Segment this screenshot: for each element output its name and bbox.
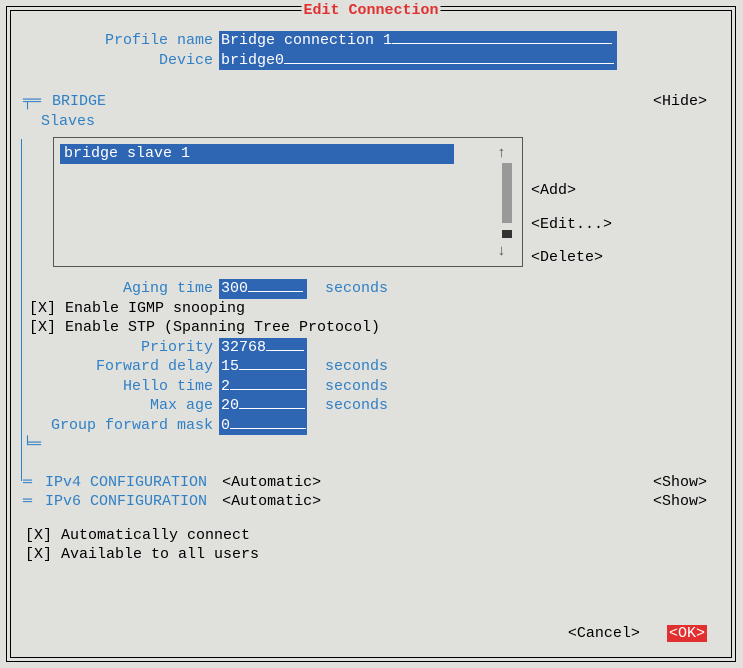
fwd-value: 15 bbox=[221, 358, 239, 375]
priority-label: Priority bbox=[23, 338, 219, 358]
fwd-label: Forward delay bbox=[23, 357, 219, 377]
igmp-checkbox[interactable]: [X] Enable IGMP snooping bbox=[29, 299, 719, 319]
auto-connect-checkbox[interactable]: [X] Automatically connect bbox=[25, 526, 719, 546]
fwd-input[interactable]: 15 bbox=[219, 357, 307, 377]
dash-icon: ╤═ bbox=[23, 93, 41, 110]
maxage-label: Max age bbox=[23, 396, 219, 416]
slave-item[interactable]: bridge slave 1 bbox=[60, 144, 454, 164]
stp-checkbox[interactable]: [X] Enable STP (Spanning Tree Protocol) bbox=[29, 318, 719, 338]
device-label: Device bbox=[23, 51, 219, 71]
priority-value: 32768 bbox=[221, 339, 266, 356]
ok-button[interactable]: <OK> bbox=[667, 625, 707, 642]
ipv6-show-button[interactable]: <Show> bbox=[653, 492, 707, 512]
ipv4-label: IPv4 CONFIGURATION bbox=[45, 474, 207, 491]
add-slave-button[interactable]: <Add> bbox=[531, 181, 612, 201]
slaves-listbox[interactable]: bridge slave 1 ↑ ↓ bbox=[53, 137, 523, 267]
gfm-input[interactable]: 0 bbox=[219, 416, 307, 436]
aging-value: 300 bbox=[221, 280, 248, 297]
ipv4-dash-icon: ═ bbox=[23, 474, 32, 491]
hello-unit: seconds bbox=[325, 378, 388, 395]
maxage-unit: seconds bbox=[325, 397, 388, 414]
hello-input[interactable]: 2 bbox=[219, 377, 307, 397]
delete-slave-button[interactable]: <Delete> bbox=[531, 248, 612, 268]
hello-label: Hello time bbox=[23, 377, 219, 397]
priority-input[interactable]: 32768 bbox=[219, 338, 307, 358]
scrollbar-track[interactable] bbox=[502, 163, 512, 223]
profile-name-label: Profile name bbox=[23, 31, 219, 51]
scroll-up-icon[interactable]: ↑ bbox=[497, 144, 506, 164]
scrollbar-thumb[interactable] bbox=[502, 230, 512, 238]
hello-value: 2 bbox=[221, 378, 230, 395]
slaves-label: Slaves bbox=[41, 113, 95, 130]
cancel-button[interactable]: <Cancel> bbox=[568, 625, 640, 642]
ipv4-show-button[interactable]: <Show> bbox=[653, 473, 707, 493]
ipv6-value[interactable]: <Automatic> bbox=[222, 493, 321, 510]
scroll-down-icon[interactable]: ↓ bbox=[497, 242, 506, 262]
aging-unit: seconds bbox=[325, 280, 388, 297]
profile-name-value: Bridge connection 1 bbox=[221, 32, 392, 49]
fwd-unit: seconds bbox=[325, 358, 388, 375]
profile-name-input[interactable]: Bridge connection 1 bbox=[219, 31, 617, 51]
aging-label: Aging time bbox=[23, 279, 219, 299]
dash-bottom-icon: ╘═ bbox=[23, 436, 41, 453]
bridge-rule bbox=[21, 139, 22, 481]
bridge-section-header: BRIDGE bbox=[52, 93, 106, 110]
ipv4-value[interactable]: <Automatic> bbox=[222, 474, 321, 491]
aging-input[interactable]: 300 bbox=[219, 279, 307, 299]
maxage-value: 20 bbox=[221, 397, 239, 414]
gfm-value: 0 bbox=[221, 417, 230, 434]
maxage-input[interactable]: 20 bbox=[219, 396, 307, 416]
device-input[interactable]: bridge0 bbox=[219, 51, 617, 71]
ipv6-label: IPv6 CONFIGURATION bbox=[45, 493, 207, 510]
ipv6-dash-icon: ═ bbox=[23, 493, 32, 510]
hide-bridge-button[interactable]: <Hide> bbox=[653, 92, 707, 112]
gfm-label: Group forward mask bbox=[23, 416, 219, 436]
device-value: bridge0 bbox=[221, 52, 284, 69]
edit-slave-button[interactable]: <Edit...> bbox=[531, 215, 612, 235]
all-users-checkbox[interactable]: [X] Available to all users bbox=[25, 545, 719, 565]
